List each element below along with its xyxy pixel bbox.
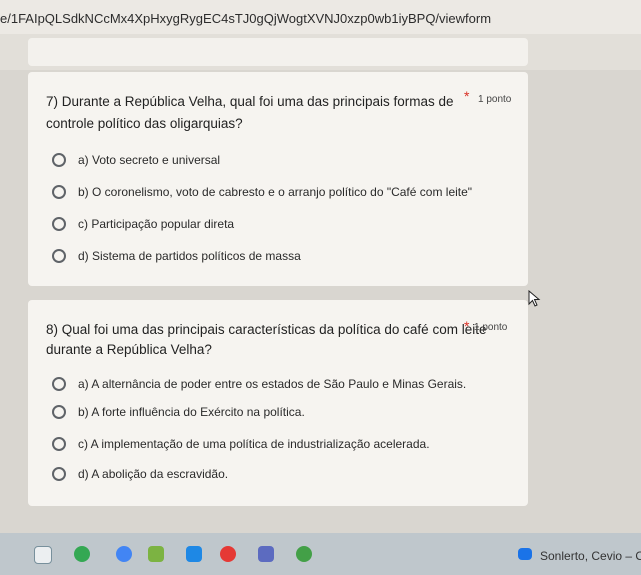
option-label: a) A alternância de poder entre os estad…	[78, 377, 467, 391]
chrome-icon[interactable]	[74, 546, 90, 562]
camera-icon[interactable]	[258, 546, 274, 562]
question-7-title-line2: controle político das oligarquias?	[46, 116, 243, 131]
radio-button[interactable]	[52, 405, 66, 419]
radio-button[interactable]	[52, 185, 66, 199]
q8-option-c[interactable]: c) A implementação de uma política de in…	[52, 434, 430, 454]
media-title: Sonlerto, Cevio – O	[540, 549, 641, 563]
radio-button[interactable]	[52, 467, 66, 481]
q7-option-a[interactable]: a) Voto secreto e universal	[52, 150, 220, 170]
q8-option-b[interactable]: b) A forte influência do Exército na pol…	[52, 402, 305, 422]
option-label: d) A abolição da escravidão.	[78, 467, 229, 481]
option-label: b) O coronelismo, voto de cabresto e o a…	[78, 185, 473, 199]
q7-option-d[interactable]: d) Sistema de partidos políticos de mass…	[52, 246, 301, 266]
option-label: c) Participação popular direta	[78, 217, 235, 231]
folder-icon[interactable]	[148, 546, 164, 562]
question-card-8: 8) Qual foi uma das principais caracterí…	[28, 300, 528, 506]
radio-button[interactable]	[52, 377, 66, 391]
q8-option-a[interactable]: a) A alternância de poder entre os estad…	[52, 374, 466, 394]
question-8-points: 1 ponto	[474, 322, 508, 333]
mouse-cursor-icon	[528, 290, 541, 307]
option-label: a) Voto secreto e universal	[78, 153, 221, 167]
question-7-title-line1: 7) Durante a República Velha, qual foi u…	[46, 94, 454, 109]
option-label: c) A implementação de uma política de in…	[78, 437, 430, 451]
question-7-points: 1 ponto	[478, 94, 512, 105]
address-bar[interactable]: e/1FAIpQLSdkNCcMx4XpHxygRygEC4sTJ0gQjWog…	[0, 0, 641, 34]
radio-button[interactable]	[52, 249, 66, 263]
url-text[interactable]: e/1FAIpQLSdkNCcMx4XpHxygRygEC4sTJ0gQjWog…	[0, 11, 491, 26]
previous-question-card	[28, 38, 528, 66]
required-asterisk: *	[464, 88, 470, 104]
question-8-title-line2: durante a República Velha?	[46, 342, 212, 357]
radio-button[interactable]	[52, 217, 66, 231]
chrome-alt-icon[interactable]	[116, 546, 132, 562]
play-icon[interactable]	[518, 548, 532, 560]
question-card-7: 7) Durante a República Velha, qual foi u…	[28, 72, 528, 286]
option-label: b) A forte influência do Exército na pol…	[78, 405, 305, 419]
option-label: d) Sistema de partidos políticos de mass…	[78, 249, 301, 263]
files-icon[interactable]	[34, 546, 52, 564]
radio-button[interactable]	[52, 153, 66, 167]
q7-option-c[interactable]: c) Participação popular direta	[52, 214, 234, 234]
question-8-title-line1: 8) Qual foi uma das principais caracterí…	[46, 322, 487, 337]
youtube-icon[interactable]	[220, 546, 236, 562]
docs-icon[interactable]	[186, 546, 202, 562]
play-store-icon[interactable]	[296, 546, 312, 562]
radio-button[interactable]	[52, 437, 66, 451]
required-asterisk: *	[464, 318, 470, 334]
q7-option-b[interactable]: b) O coronelismo, voto de cabresto e o a…	[52, 182, 472, 202]
q8-option-d[interactable]: d) A abolição da escravidão.	[52, 464, 228, 484]
